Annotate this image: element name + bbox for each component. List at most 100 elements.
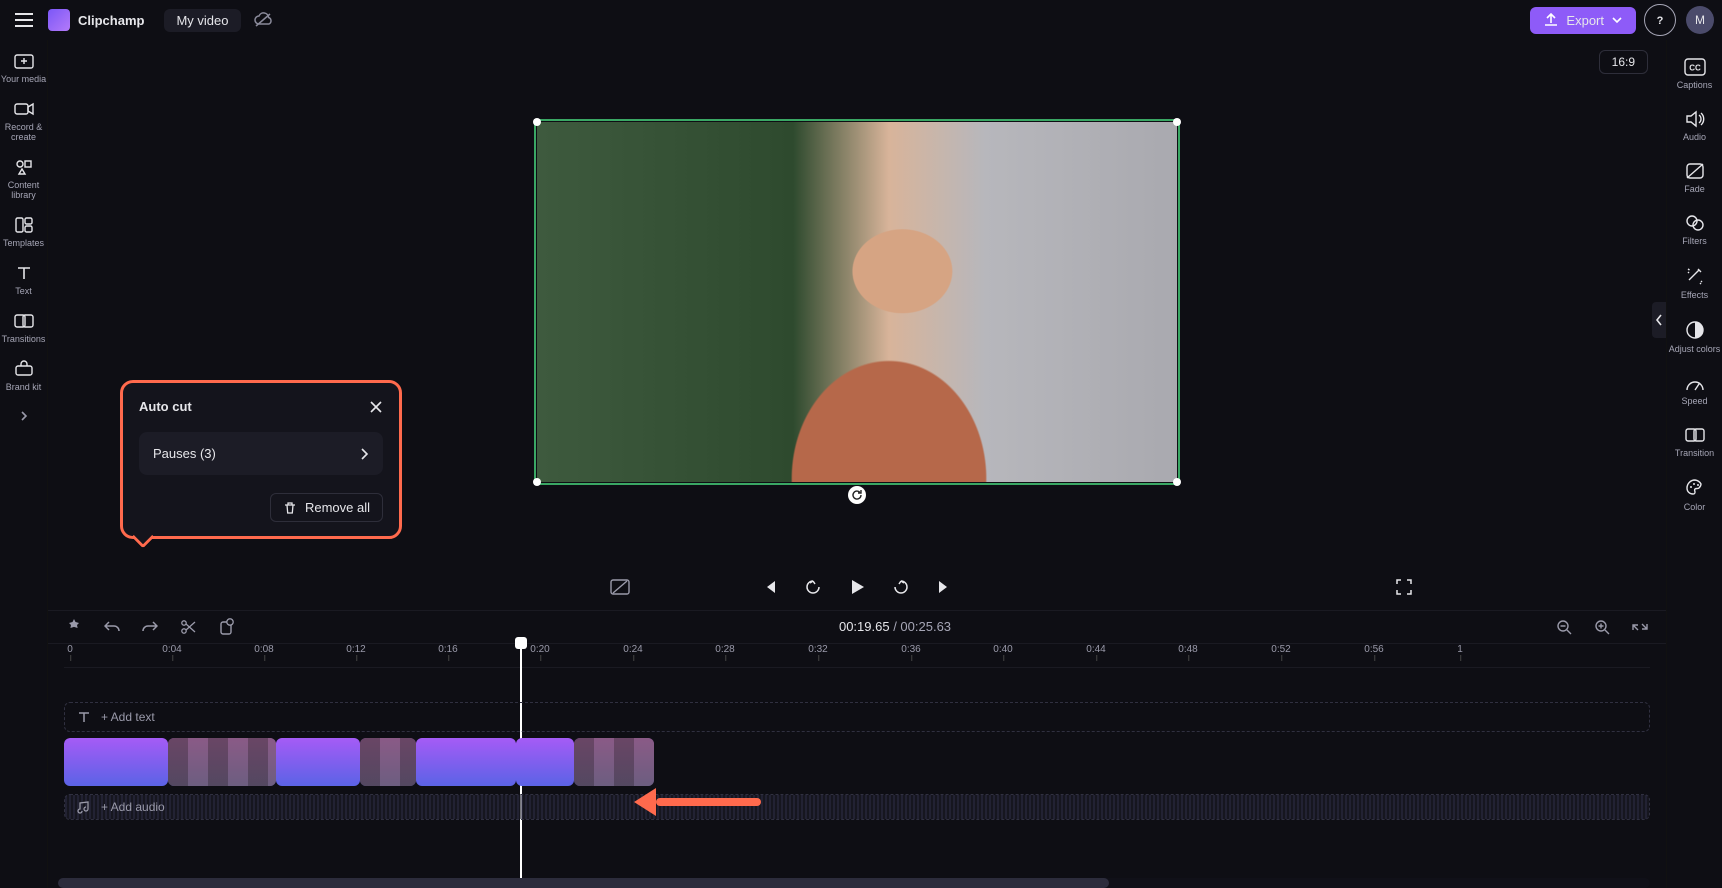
rail-fade[interactable]: Fade xyxy=(1667,154,1722,206)
timeline-ruler[interactable]: 00:040:080:120:160:200:240:280:320:360:4… xyxy=(64,644,1650,668)
seek-back-button[interactable] xyxy=(801,575,825,599)
rail-label: Your media xyxy=(1,74,46,84)
rail-captions[interactable]: CCCaptions xyxy=(1667,50,1722,102)
rail-transition[interactable]: Transition xyxy=(1667,418,1722,470)
add-audio-label: + Add audio xyxy=(101,800,165,814)
collapse-right-panel[interactable] xyxy=(1652,302,1666,338)
resize-handle-nw[interactable] xyxy=(533,118,541,126)
chevron-down-icon xyxy=(1612,15,1622,25)
rail-content-library[interactable]: Content library xyxy=(0,152,48,210)
help-button[interactable]: ? xyxy=(1644,4,1676,36)
export-label: Export xyxy=(1566,13,1604,28)
app-logo[interactable]: Clipchamp xyxy=(48,9,144,31)
rail-templates[interactable]: Templates xyxy=(0,210,48,258)
ai-tool-button[interactable] xyxy=(66,619,82,635)
autocut-close-icon[interactable] xyxy=(369,400,383,414)
ruler-tick: 0:24 xyxy=(623,644,642,655)
resize-handle-se[interactable] xyxy=(1173,478,1181,486)
svg-text:CC: CC xyxy=(1689,64,1701,73)
autocut-pauses-row[interactable]: Pauses (3) xyxy=(139,432,383,475)
preview-canvas[interactable] xyxy=(537,122,1177,482)
rail-transitions[interactable]: Transitions xyxy=(0,306,48,354)
video-clip[interactable] xyxy=(574,738,654,786)
rail-adjust-colors[interactable]: Adjust colors xyxy=(1667,312,1722,366)
account-avatar[interactable]: M xyxy=(1686,6,1714,34)
play-button[interactable] xyxy=(845,575,869,599)
hamburger-menu[interactable] xyxy=(8,4,40,36)
rail-label: Color xyxy=(1684,502,1706,512)
rotate-handle[interactable] xyxy=(848,486,866,504)
rail-speed[interactable]: Speed xyxy=(1667,366,1722,418)
clip-action-button[interactable] xyxy=(218,618,234,636)
timecode-display: 00:19.65 / 00:25.63 xyxy=(256,619,1534,635)
rail-record-create[interactable]: Record & create xyxy=(0,94,48,152)
rail-label: Effects xyxy=(1681,290,1708,300)
add-audio-lane[interactable]: + Add audio xyxy=(64,794,1650,820)
zoom-in-button[interactable] xyxy=(1594,619,1610,635)
seek-forward-button[interactable] xyxy=(889,575,913,599)
fit-timeline-button[interactable] xyxy=(1632,619,1648,635)
resize-handle-sw[interactable] xyxy=(533,478,541,486)
rail-label: Transition xyxy=(1675,448,1714,458)
ruler-tick: 0:20 xyxy=(530,644,549,655)
export-button[interactable]: Export xyxy=(1530,7,1636,34)
aspect-ratio-button[interactable]: 16:9 xyxy=(1599,50,1648,74)
fullscreen-button[interactable] xyxy=(1392,575,1416,599)
video-clip[interactable] xyxy=(516,738,574,786)
ruler-tick: 0:12 xyxy=(346,644,365,655)
rail-expand-toggle[interactable] xyxy=(14,406,34,426)
music-icon xyxy=(77,800,91,814)
rail-audio[interactable]: Audio xyxy=(1667,102,1722,154)
ruler-tick: 0:44 xyxy=(1086,644,1105,655)
add-text-lane[interactable]: + Add text xyxy=(64,702,1650,732)
undo-button[interactable] xyxy=(104,620,120,634)
chevron-right-icon xyxy=(359,448,369,460)
rail-effects[interactable]: Effects xyxy=(1667,258,1722,312)
rail-label: Filters xyxy=(1682,236,1707,246)
video-clip[interactable] xyxy=(276,738,360,786)
ruler-tick: 0:48 xyxy=(1178,644,1197,655)
ruler-tick: 0:04 xyxy=(162,644,181,655)
scrollbar-thumb[interactable] xyxy=(58,878,1109,888)
timeline-scrollbar[interactable] xyxy=(58,878,1650,888)
redo-button[interactable] xyxy=(142,620,158,634)
skip-start-button[interactable] xyxy=(757,575,781,599)
ruler-tick: 0:32 xyxy=(808,644,827,655)
rail-text[interactable]: Text xyxy=(0,258,48,306)
zoom-out-button[interactable] xyxy=(1556,619,1572,635)
rail-color[interactable]: Color xyxy=(1667,470,1722,524)
clipchamp-icon xyxy=(48,9,70,31)
rail-filters[interactable]: Filters xyxy=(1667,206,1722,258)
rail-label: Text xyxy=(15,286,32,296)
ruler-tick: 0:36 xyxy=(901,644,920,655)
autocut-popup: Auto cut Pauses (3) Remove all xyxy=(123,383,399,536)
trash-icon xyxy=(283,501,297,515)
add-text-label: + Add text xyxy=(101,710,155,724)
video-clip[interactable] xyxy=(416,738,516,786)
annotation-arrow xyxy=(642,788,761,816)
split-button[interactable] xyxy=(180,619,196,635)
video-clip[interactable] xyxy=(168,738,276,786)
rail-label: Brand kit xyxy=(6,382,42,392)
text-icon xyxy=(77,710,91,724)
rail-label: Record & create xyxy=(0,122,48,142)
autocut-remove-all-button[interactable]: Remove all xyxy=(270,493,383,522)
rail-label: Speed xyxy=(1681,396,1707,406)
ruler-tick: 0 xyxy=(67,644,73,655)
rail-your-media[interactable]: Your media xyxy=(0,46,48,94)
safe-zones-button[interactable] xyxy=(608,575,632,599)
ruler-tick: 0:56 xyxy=(1364,644,1383,655)
video-clip[interactable] xyxy=(64,738,168,786)
ruler-tick: 0:40 xyxy=(993,644,1012,655)
ruler-tick: 1 xyxy=(1457,644,1463,655)
rail-brand-kit[interactable]: Brand kit xyxy=(0,354,48,402)
resize-handle-ne[interactable] xyxy=(1173,118,1181,126)
rail-label: Transitions xyxy=(2,334,46,344)
skip-end-button[interactable] xyxy=(933,575,957,599)
video-track[interactable] xyxy=(64,738,1650,788)
ruler-tick: 0:08 xyxy=(254,644,273,655)
project-title[interactable]: My video xyxy=(164,9,240,32)
svg-text:?: ? xyxy=(1657,15,1664,27)
video-clip[interactable] xyxy=(360,738,416,786)
sync-status-icon[interactable] xyxy=(253,12,273,28)
